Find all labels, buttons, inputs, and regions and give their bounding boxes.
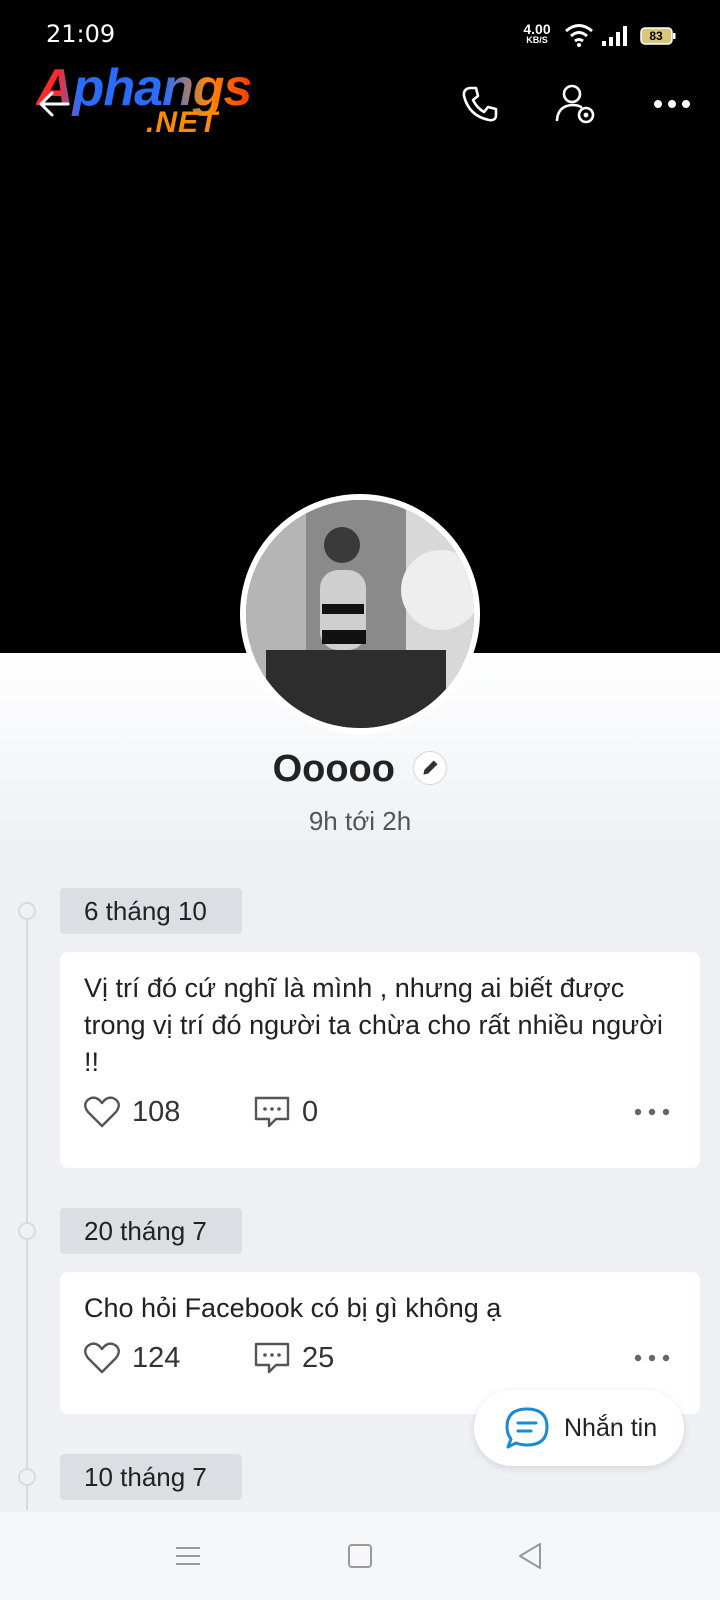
- message-button-label: Nhắn tin: [564, 1414, 658, 1442]
- comment-count: 25: [302, 1341, 335, 1374]
- comment-icon: [254, 1096, 290, 1128]
- profile-status: 9h tới 2h: [308, 806, 412, 836]
- system-nav-bar: [0, 1512, 720, 1600]
- phone-icon: [462, 86, 498, 122]
- comment-button[interactable]: 0: [254, 1092, 318, 1132]
- battery-icon: 83: [640, 26, 676, 46]
- comment-count: 0: [302, 1095, 319, 1128]
- nav-back-button[interactable]: [508, 1534, 552, 1578]
- post-more-button[interactable]: [632, 1092, 672, 1132]
- profile-name: Ooooo: [272, 748, 395, 790]
- status-time: 21:09: [46, 20, 116, 48]
- chat-bubble-icon: [505, 1407, 549, 1449]
- pencil-icon: [423, 759, 438, 775]
- timeline-dot: [18, 1222, 36, 1240]
- avatar[interactable]: [240, 494, 480, 734]
- back-triangle-icon: [519, 1543, 541, 1569]
- call-button[interactable]: [456, 80, 504, 128]
- post-more-button[interactable]: [632, 1338, 672, 1378]
- like-button[interactable]: 108: [84, 1092, 180, 1132]
- menu-icon: [176, 1547, 200, 1565]
- signal-icon: [602, 26, 627, 46]
- message-button[interactable]: Nhắn tin: [474, 1390, 684, 1466]
- home-square-icon: [348, 1544, 372, 1568]
- date-chip: 20 tháng 7: [60, 1208, 242, 1254]
- post-text: Vị trí đó cứ nghĩ là mình , nhưng ai biế…: [84, 973, 663, 1077]
- timeline-line: [26, 910, 28, 1510]
- comment-button[interactable]: 25: [254, 1338, 334, 1378]
- post-card[interactable]: Vị trí đó cứ nghĩ là mình , nhưng ai biế…: [60, 952, 700, 1168]
- timeline-dot: [18, 902, 36, 920]
- comment-icon: [254, 1342, 290, 1374]
- nav-menu-button[interactable]: [166, 1534, 210, 1578]
- more-icon: [634, 1354, 670, 1362]
- profile-settings-icon: [555, 84, 595, 124]
- timeline-dot: [18, 1468, 36, 1486]
- network-speed-unit: KB/S: [526, 35, 548, 45]
- wifi-icon: [565, 24, 593, 47]
- network-speed-value: 4.00: [523, 21, 551, 37]
- nav-home-button[interactable]: [338, 1534, 382, 1578]
- like-button[interactable]: 124: [84, 1338, 180, 1378]
- like-count: 124: [132, 1341, 181, 1374]
- date-chip: 10 tháng 7: [60, 1454, 242, 1500]
- back-arrow-icon: [39, 91, 70, 117]
- heart-icon: [84, 1342, 120, 1374]
- more-icon: [634, 1108, 670, 1116]
- heart-icon: [84, 1096, 120, 1128]
- edit-name-button[interactable]: [413, 750, 448, 785]
- like-count: 108: [132, 1095, 181, 1128]
- profile-name-row: Ooooo: [0, 748, 720, 798]
- more-icon: [654, 100, 690, 108]
- post-actions: 108 0: [84, 1092, 684, 1132]
- profile-settings-button[interactable]: [552, 80, 600, 128]
- network-speed: 4.00 KB/S: [520, 22, 554, 45]
- post-actions: 124 25: [84, 1338, 684, 1378]
- date-chip: 6 tháng 10: [60, 888, 242, 934]
- avatar-image: [246, 500, 474, 728]
- battery-level: 83: [649, 29, 663, 43]
- back-button[interactable]: [36, 86, 72, 122]
- post-text: Cho hỏi Facebook có bị gì không ạ: [84, 1293, 502, 1323]
- watermark-suffix: .NET: [146, 106, 219, 139]
- more-options-button[interactable]: [648, 80, 696, 128]
